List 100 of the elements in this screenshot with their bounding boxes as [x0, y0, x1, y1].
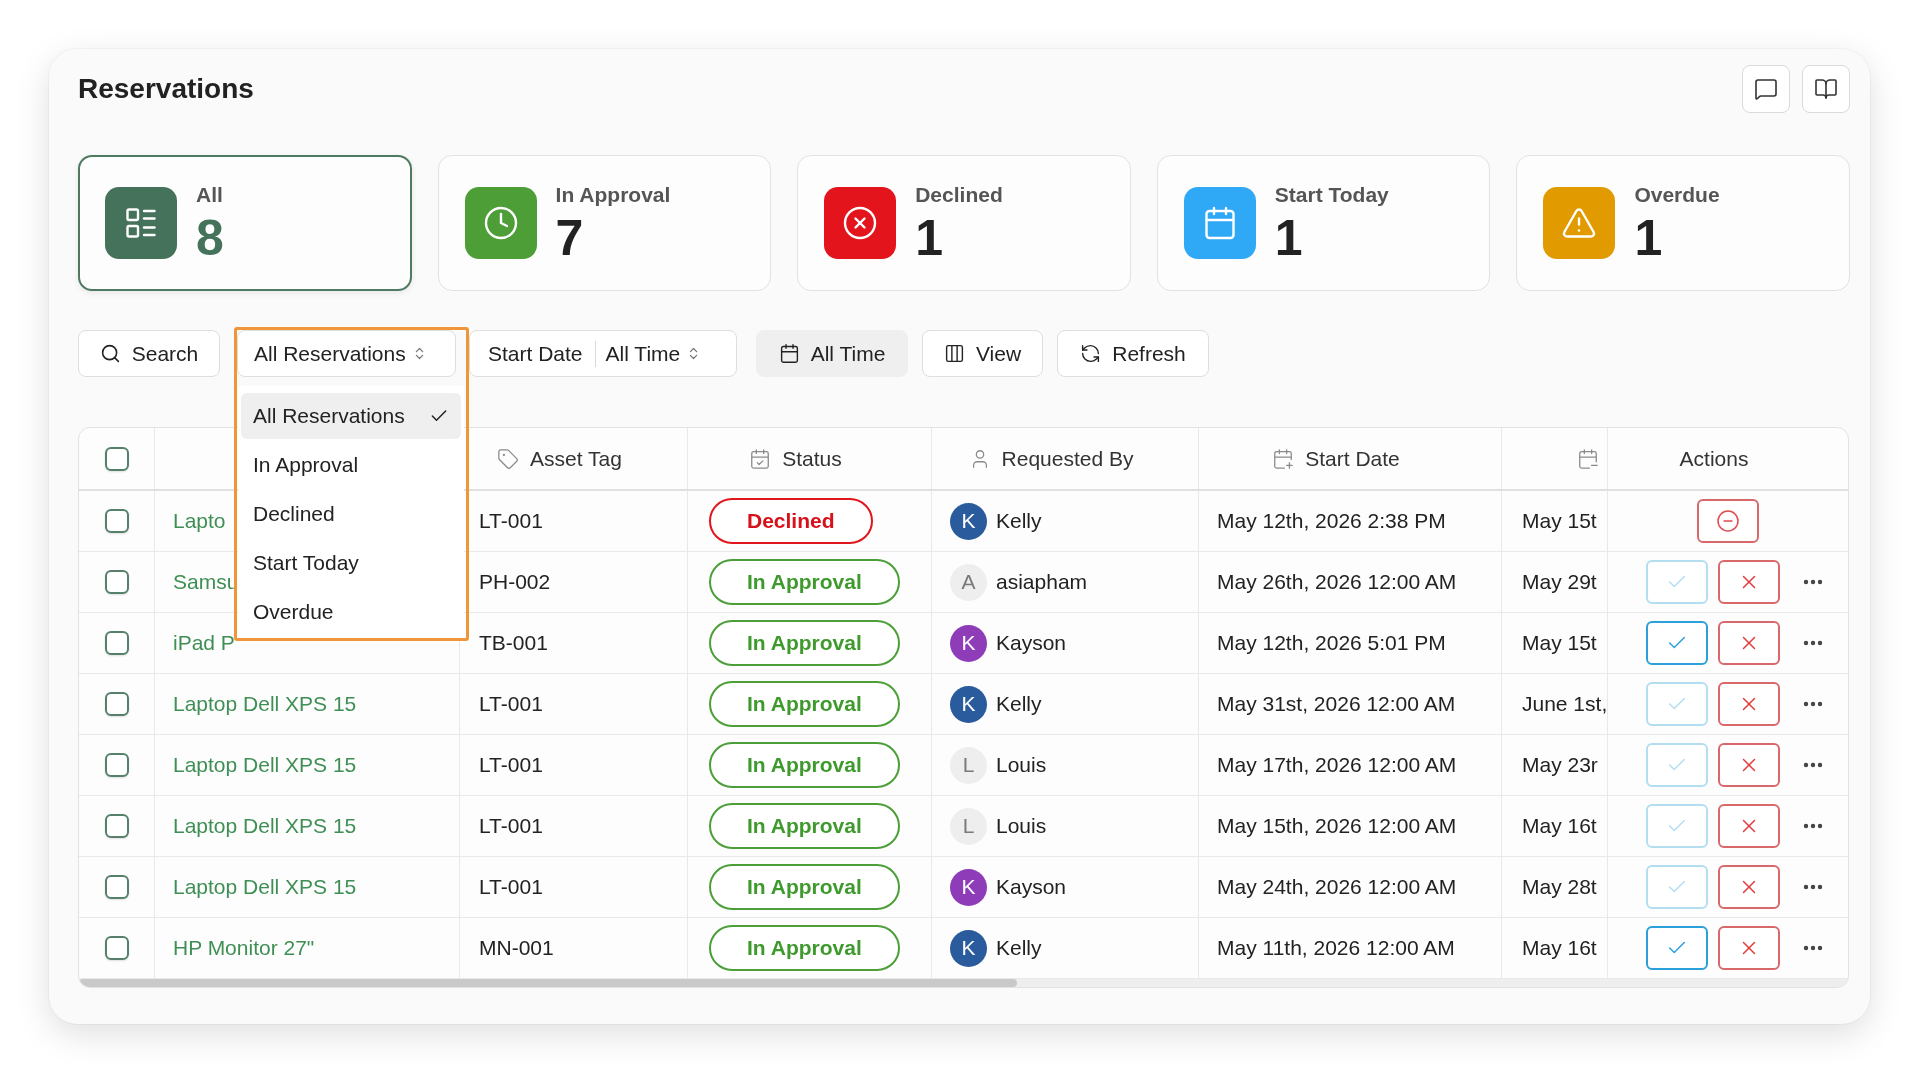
filter-label: Start Date [488, 341, 583, 366]
date-select[interactable]: All Time [605, 333, 702, 374]
table-cell: May 11th, 2026 12:00 AM [1199, 918, 1502, 978]
book-icon [1814, 77, 1838, 101]
asset-link[interactable]: iPad P [173, 631, 235, 655]
menu-item[interactable]: Overdue [241, 589, 461, 635]
asset-link[interactable]: HP Monitor 27" [173, 936, 315, 960]
table-cell: May 16t [1502, 918, 1608, 978]
summary-card[interactable]: Overdue 1 [1516, 155, 1850, 291]
requester-name: Louis [996, 814, 1047, 838]
menu-item[interactable]: Declined [241, 491, 461, 537]
menu-item[interactable]: All Reservations [241, 393, 461, 439]
table-cell: MN-001 [460, 918, 688, 978]
row-checkbox[interactable] [104, 692, 129, 716]
asset-link[interactable]: Laptop Dell XPS 15 [173, 814, 357, 838]
approve-button[interactable] [1646, 621, 1708, 665]
table-cell: May 23r [1502, 735, 1608, 795]
reject-button[interactable] [1718, 682, 1780, 726]
table-cell: June 1st, [1502, 674, 1608, 734]
status-badge: In Approval [709, 742, 900, 788]
approve-button[interactable] [1646, 926, 1708, 970]
refresh-button[interactable]: Refresh [1057, 330, 1209, 377]
asset-link[interactable]: Laptop Dell XPS 15 [173, 692, 357, 716]
message-icon [1754, 77, 1778, 101]
table-cell: LT-001 [460, 674, 688, 734]
row-checkbox[interactable] [104, 875, 129, 899]
asset-link[interactable]: Lapto [173, 509, 226, 533]
docs-button[interactable] [1802, 65, 1850, 113]
table-cell: May 28t [1502, 857, 1608, 917]
requester-name: Kayson [996, 875, 1067, 899]
reject-button[interactable] [1718, 560, 1780, 604]
search-button[interactable]: Search [78, 330, 220, 377]
calendar-icon [778, 343, 800, 364]
user-avatar: L [950, 807, 987, 845]
reject-button[interactable] [1718, 926, 1780, 970]
table-cell: May 29t [1502, 552, 1608, 612]
reject-button[interactable] [1718, 865, 1780, 909]
column-header[interactable]: Actions [1679, 446, 1749, 471]
table-cell: May 31st, 2026 12:00 AM [1199, 674, 1502, 734]
row-checkbox[interactable] [104, 814, 129, 838]
requester-name: Kayson [996, 631, 1067, 655]
calendar-plus-icon [1272, 447, 1295, 470]
calendar-check-icon [749, 447, 772, 470]
table-cell: LT-001 [460, 796, 688, 856]
row-checkbox[interactable] [104, 631, 129, 655]
date-range-button[interactable]: All Time [756, 330, 908, 377]
reject-button[interactable] [1718, 621, 1780, 665]
table-cell: May 26th, 2026 12:00 AM [1199, 552, 1502, 612]
row-checkbox[interactable] [104, 936, 129, 960]
status-badge: In Approval [709, 803, 900, 849]
asset-link[interactable]: Laptop Dell XPS 15 [173, 875, 357, 899]
user-avatar: L [950, 746, 987, 784]
column-header[interactable]: Start Date [1305, 446, 1400, 471]
summary-card[interactable]: In Approval 7 [437, 155, 772, 291]
table-cell: May 15t [1502, 613, 1608, 673]
table-cell: LT-001 [460, 735, 688, 795]
column-header[interactable]: Requested By [1001, 446, 1134, 471]
user-avatar: K [950, 929, 987, 967]
minus-circle-icon [1716, 509, 1740, 533]
requester-name: Louis [996, 753, 1047, 777]
table-cell: May 17th, 2026 12:00 AM [1199, 735, 1502, 795]
row-checkbox[interactable] [104, 570, 129, 594]
search-icon [99, 343, 121, 364]
select-all-checkbox[interactable] [104, 446, 129, 471]
page-title: Reservations [78, 73, 254, 105]
reject-button[interactable] [1718, 743, 1780, 787]
summary-card[interactable]: Declined 1 [797, 155, 1131, 291]
column-header[interactable]: Status [782, 446, 842, 471]
status-badge: In Approval [709, 681, 900, 727]
user-avatar: K [950, 868, 987, 906]
table-cell: May 15t [1502, 491, 1608, 551]
status-badge: Declined [709, 498, 873, 544]
status-badge: In Approval [709, 620, 900, 666]
reject-button[interactable] [1718, 804, 1780, 848]
revoke-button[interactable] [1697, 499, 1759, 543]
refresh-icon [1080, 343, 1102, 364]
table-cell: May 12th, 2026 2:38 PM [1199, 491, 1502, 551]
requester-name: Kelly [996, 692, 1042, 716]
user-avatar: K [950, 624, 987, 662]
user-avatar: A [950, 563, 987, 601]
row-checkbox[interactable] [104, 753, 129, 777]
summary-card[interactable]: All 8 [78, 155, 412, 291]
comments-button[interactable] [1742, 65, 1790, 113]
view-button[interactable]: View [922, 330, 1043, 377]
columns-icon [943, 343, 965, 364]
table-cell: May 15th, 2026 12:00 AM [1199, 796, 1502, 856]
requester-name: Kelly [996, 509, 1042, 533]
summary-card[interactable]: Start Today 1 [1156, 155, 1491, 291]
column-header[interactable]: Asset Tag [530, 446, 622, 471]
row-checkbox[interactable] [104, 509, 129, 533]
user-avatar: K [950, 502, 987, 540]
user-avatar: K [950, 685, 987, 723]
status-badge: In Approval [709, 864, 900, 910]
horizontal-scrollbar[interactable] [79, 979, 1848, 987]
status-select[interactable]: All Reservations [237, 330, 456, 377]
requester-name: asiapham [996, 570, 1088, 594]
asset-link[interactable]: Laptop Dell XPS 15 [173, 753, 357, 777]
menu-item[interactable]: Start Today [241, 540, 461, 586]
table-cell: May 24th, 2026 12:00 AM [1199, 857, 1502, 917]
menu-item[interactable]: In Approval [241, 442, 461, 488]
